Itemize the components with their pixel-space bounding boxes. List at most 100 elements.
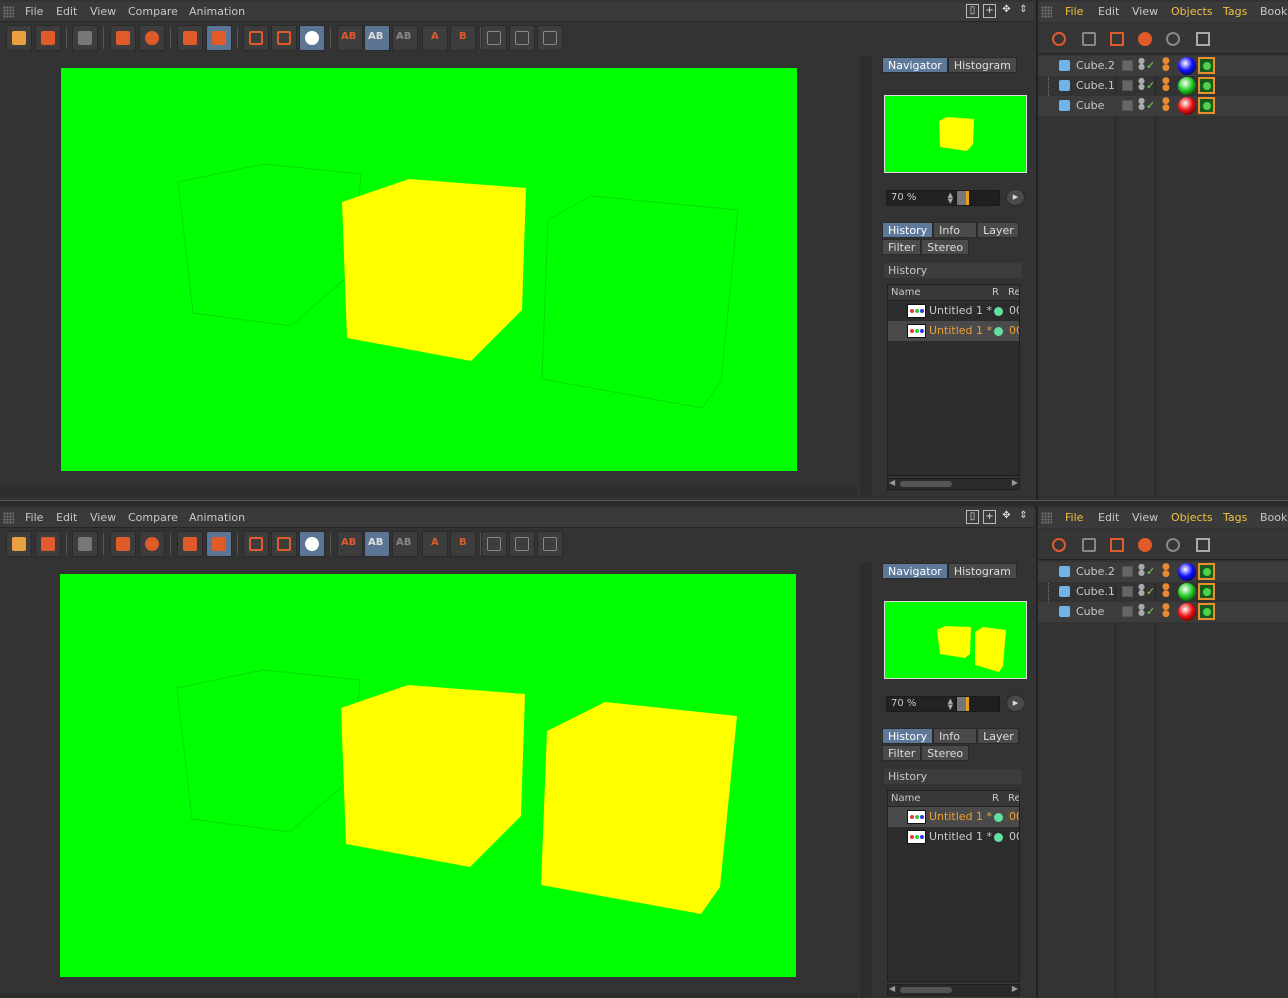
scroll-left-icon[interactable]: ◀ [889,984,895,993]
texture-tag-icon[interactable] [1198,563,1215,580]
tab-navigator[interactable]: Navigator [882,57,948,73]
tag-dots-icon[interactable]: ● ● [1162,603,1170,619]
texture-tag-icon[interactable] [1198,57,1215,74]
zoom-slider[interactable] [956,696,1000,712]
texture-tag-icon[interactable] [1198,97,1215,114]
navigator-thumbnail[interactable] [884,95,1027,173]
object-row[interactable]: Cube.2 ● ● ✓ ● ● [1038,562,1288,582]
texture-tag-icon[interactable] [1198,77,1215,94]
grip-icon[interactable] [3,6,14,18]
scroll-right-icon[interactable]: ▶ [1012,984,1018,993]
clear-history-button[interactable] [177,531,203,557]
selection-icon[interactable] [1132,26,1158,52]
save-button[interactable] [35,531,61,557]
tag-dots-icon[interactable]: ● ● [1162,583,1170,599]
tab-stereo[interactable]: Stereo [921,745,970,761]
material-tag-icon[interactable] [1178,563,1196,581]
transparency-grid-button[interactable] [72,25,98,51]
history-row[interactable]: Untitled 1 * 00 [888,827,1019,847]
menu-compare[interactable]: Compare [128,511,178,524]
layer-icon[interactable] [1122,586,1133,597]
layout-a-button[interactable] [481,531,507,557]
material-tag-icon[interactable] [1178,97,1196,115]
om-menu-tags[interactable]: Tags [1223,5,1247,18]
tag-dots-icon[interactable]: ● ● [1162,97,1170,113]
remove-image-button[interactable] [206,25,232,51]
menu-view[interactable]: View [90,511,116,524]
visibility-dots-icon[interactable]: ● ● [1138,563,1145,577]
enabled-check-icon[interactable]: ✓ [1146,582,1155,602]
set-b-button[interactable]: B [450,25,476,51]
horizontal-scrollbar[interactable] [0,993,858,998]
shapes-icon[interactable] [1160,532,1186,558]
horizontal-scrollbar[interactable] [0,487,858,497]
menu-animation[interactable]: Animation [189,5,245,18]
enabled-check-icon[interactable]: ✓ [1146,96,1155,116]
joint-icon[interactable] [1190,532,1216,558]
menu-edit[interactable]: Edit [56,511,77,524]
enabled-check-icon[interactable]: ✓ [1146,76,1155,96]
om-menu-view[interactable]: View [1132,511,1158,524]
view-eye-button[interactable] [299,25,325,51]
visibility-dots-icon[interactable]: ● ● [1138,77,1145,91]
compare-ab-button[interactable]: AB [337,531,363,557]
play-arrow-icon[interactable]: ▶ [1006,189,1025,206]
tag-dots-icon[interactable]: ● ● [1162,563,1170,579]
zoom-slider-knob[interactable] [966,191,969,205]
render-canvas-area[interactable] [0,56,870,496]
view-eye-button[interactable] [299,531,325,557]
layer-icon[interactable] [1122,566,1133,577]
open-file-button[interactable] [6,25,32,51]
history-row[interactable]: Untitled 1 * 00 [888,321,1019,341]
layout-b-button[interactable] [509,25,535,51]
layout-b-button[interactable] [509,531,535,557]
set-a-button[interactable]: A [422,531,448,557]
layout-a-button[interactable] [481,25,507,51]
layer-icon[interactable] [1122,100,1133,111]
spin-arrows-icon[interactable]: ▲ ▼ [948,192,953,205]
layer-icon[interactable] [1122,60,1133,71]
history-scrollbar[interactable]: ◀ ▶ [887,984,1020,996]
layer-icon[interactable] [1122,80,1133,91]
object-name[interactable]: Cube.1 [1076,76,1115,96]
material-tag-icon[interactable] [1178,77,1196,95]
enabled-check-icon[interactable]: ✓ [1146,562,1155,582]
new-window-icon[interactable]: + [983,4,996,18]
show-region-button[interactable] [243,531,269,557]
menu-edit[interactable]: Edit [56,5,77,18]
object-name[interactable]: Cube [1076,96,1104,116]
object-row[interactable]: Cube ● ● ✓ ● ● [1038,96,1288,116]
move-icon[interactable]: ✥ [1000,4,1013,18]
tab-histogram[interactable]: Histogram [947,57,1017,73]
object-name[interactable]: Cube.2 [1076,56,1115,76]
move-icon[interactable]: ✥ [1000,510,1013,524]
visibility-dots-icon[interactable]: ● ● [1138,97,1145,111]
transparency-grid-button[interactable] [72,531,98,557]
om-menu-tags[interactable]: Tags [1223,511,1247,524]
material-tag-icon[interactable] [1178,603,1196,621]
menu-view[interactable]: View [90,5,116,18]
remove-image-button[interactable] [206,531,232,557]
zoom-slider-knob[interactable] [966,697,969,711]
tab-stereo[interactable]: Stereo [921,239,970,255]
tag-dots-icon[interactable]: ● ● [1162,57,1170,73]
search-icon[interactable] [1046,532,1072,558]
compare-ab-diff-button[interactable]: AB [392,25,418,51]
texture-tag-icon[interactable] [1198,603,1215,620]
scroll-right-icon[interactable]: ▶ [1012,478,1018,487]
tab-layer[interactable]: Layer [977,728,1020,744]
om-menu-view[interactable]: View [1132,5,1158,18]
stop-render-button[interactable] [139,25,165,51]
menu-file[interactable]: File [25,5,43,18]
history-scrollbar-thumb[interactable] [900,987,952,993]
menu-compare[interactable]: Compare [128,5,178,18]
play-arrow-icon[interactable]: ▶ [1006,695,1025,712]
panel-layout-icon[interactable]: ▯ [966,4,979,18]
om-menu-bookmarks[interactable]: Bookm [1260,5,1288,18]
visibility-dots-icon[interactable]: ● ● [1138,583,1145,597]
object-row[interactable]: Cube.2 ● ● ✓ ● ● [1038,56,1288,76]
column-r[interactable]: R [992,285,999,301]
tab-layer[interactable]: Layer [977,222,1020,238]
object-row[interactable]: Cube.1 ● ● ✓ ● ● [1038,76,1288,96]
tab-info[interactable]: Info [933,222,978,238]
